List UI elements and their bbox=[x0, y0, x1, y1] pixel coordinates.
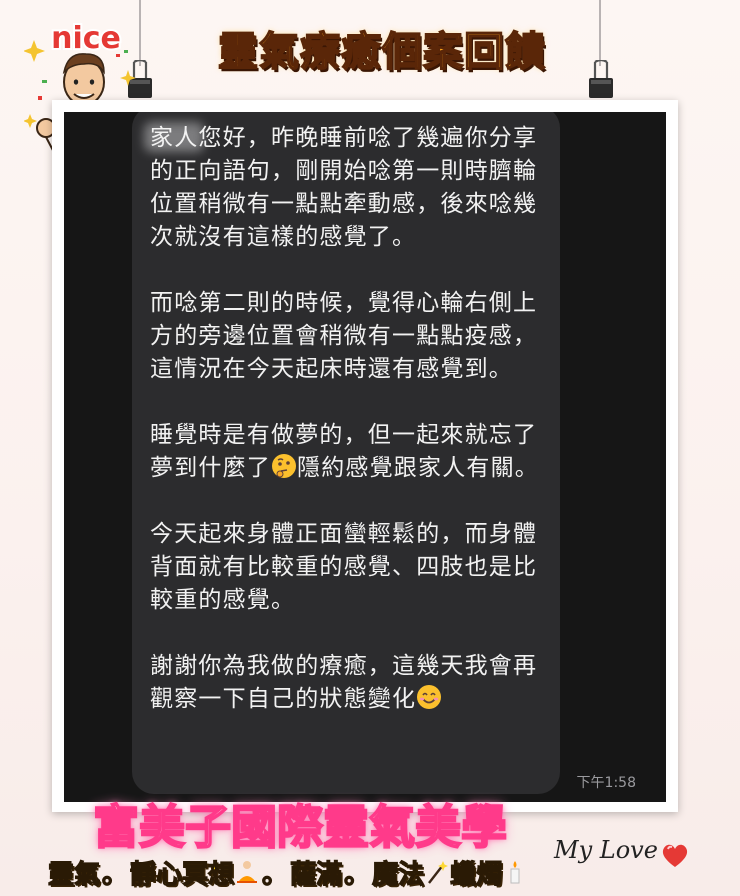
message-text: 家人您好，昨晚睡前唸了幾遍你分享的正向語句，剛開始唸第一則時臍輪位置稍微有一點點… bbox=[150, 122, 550, 716]
message-paragraph-5: 謝謝你為我做的療癒，這幾天我會再觀察一下自己的狀態變化 bbox=[150, 650, 550, 716]
message-paragraph-3-tail: 隱約感覺跟家人有關。 bbox=[297, 455, 539, 481]
magic-wand-icon bbox=[428, 861, 449, 884]
service-tags: 靈氣 。 靜心冥想 。 薩滿 。 魔法 蠟燭 bbox=[47, 852, 588, 892]
meditation-icon bbox=[237, 861, 258, 883]
tag-separator: 。 bbox=[343, 859, 371, 890]
candle-icon bbox=[510, 861, 520, 884]
message-paragraph-5-text: 謝謝你為我做的療癒，這幾天我會再觀察一下自己的狀態變化 bbox=[150, 653, 538, 712]
tag-separator: 。 bbox=[101, 859, 129, 890]
message-paragraph-4: 今天起來身體正面蠻輕鬆的，而身體背面就有比較重的感覺、四肢也是比較重的感覺。 bbox=[150, 521, 538, 613]
chat-screenshot: 家人您好，昨晚睡前唸了幾遍你分享的正向語句，剛開始唸第一則時臍輪位置稍微有一點點… bbox=[64, 112, 666, 802]
tag-meditation: 靜心冥想 bbox=[129, 859, 235, 890]
smiling-face-icon bbox=[417, 685, 442, 709]
heart-icon bbox=[662, 844, 688, 867]
message-paragraph-3: 睡覺時是有做夢的，但一起來就忘了夢到什麼了 隱約感覺跟家人有關。 bbox=[150, 419, 550, 485]
hanging-string-right bbox=[599, 0, 601, 66]
binder-clip-icon bbox=[589, 60, 613, 98]
thinking-face-icon bbox=[272, 454, 296, 478]
tag-magic: 魔法 bbox=[371, 859, 425, 890]
tag-shaman: 薩滿 bbox=[289, 859, 343, 890]
page-title: 靈氣療癒個案回饋 bbox=[217, 27, 546, 76]
message-paragraph-1: 家人您好，昨晚睡前唸了幾遍你分享的正向語句，剛開始唸第一則時臍輪位置稍微有一點點… bbox=[150, 125, 538, 250]
tag-separator: 。 bbox=[261, 859, 289, 890]
message-timestamp: 下午1:58 bbox=[576, 775, 636, 791]
signature: My Love bbox=[554, 836, 658, 864]
tag-candle: 蠟燭 bbox=[450, 859, 503, 890]
message-paragraph-2: 而唸第二則的時候，覺得心輪右側上方的旁邊位置會稍微有一點點疫感，這情況在今天起床… bbox=[150, 290, 538, 382]
brand-title: 富美子國際靈氣美學 bbox=[92, 799, 508, 855]
tag-reiki: 靈氣 bbox=[47, 859, 101, 890]
sticker-word: nice bbox=[51, 21, 121, 56]
